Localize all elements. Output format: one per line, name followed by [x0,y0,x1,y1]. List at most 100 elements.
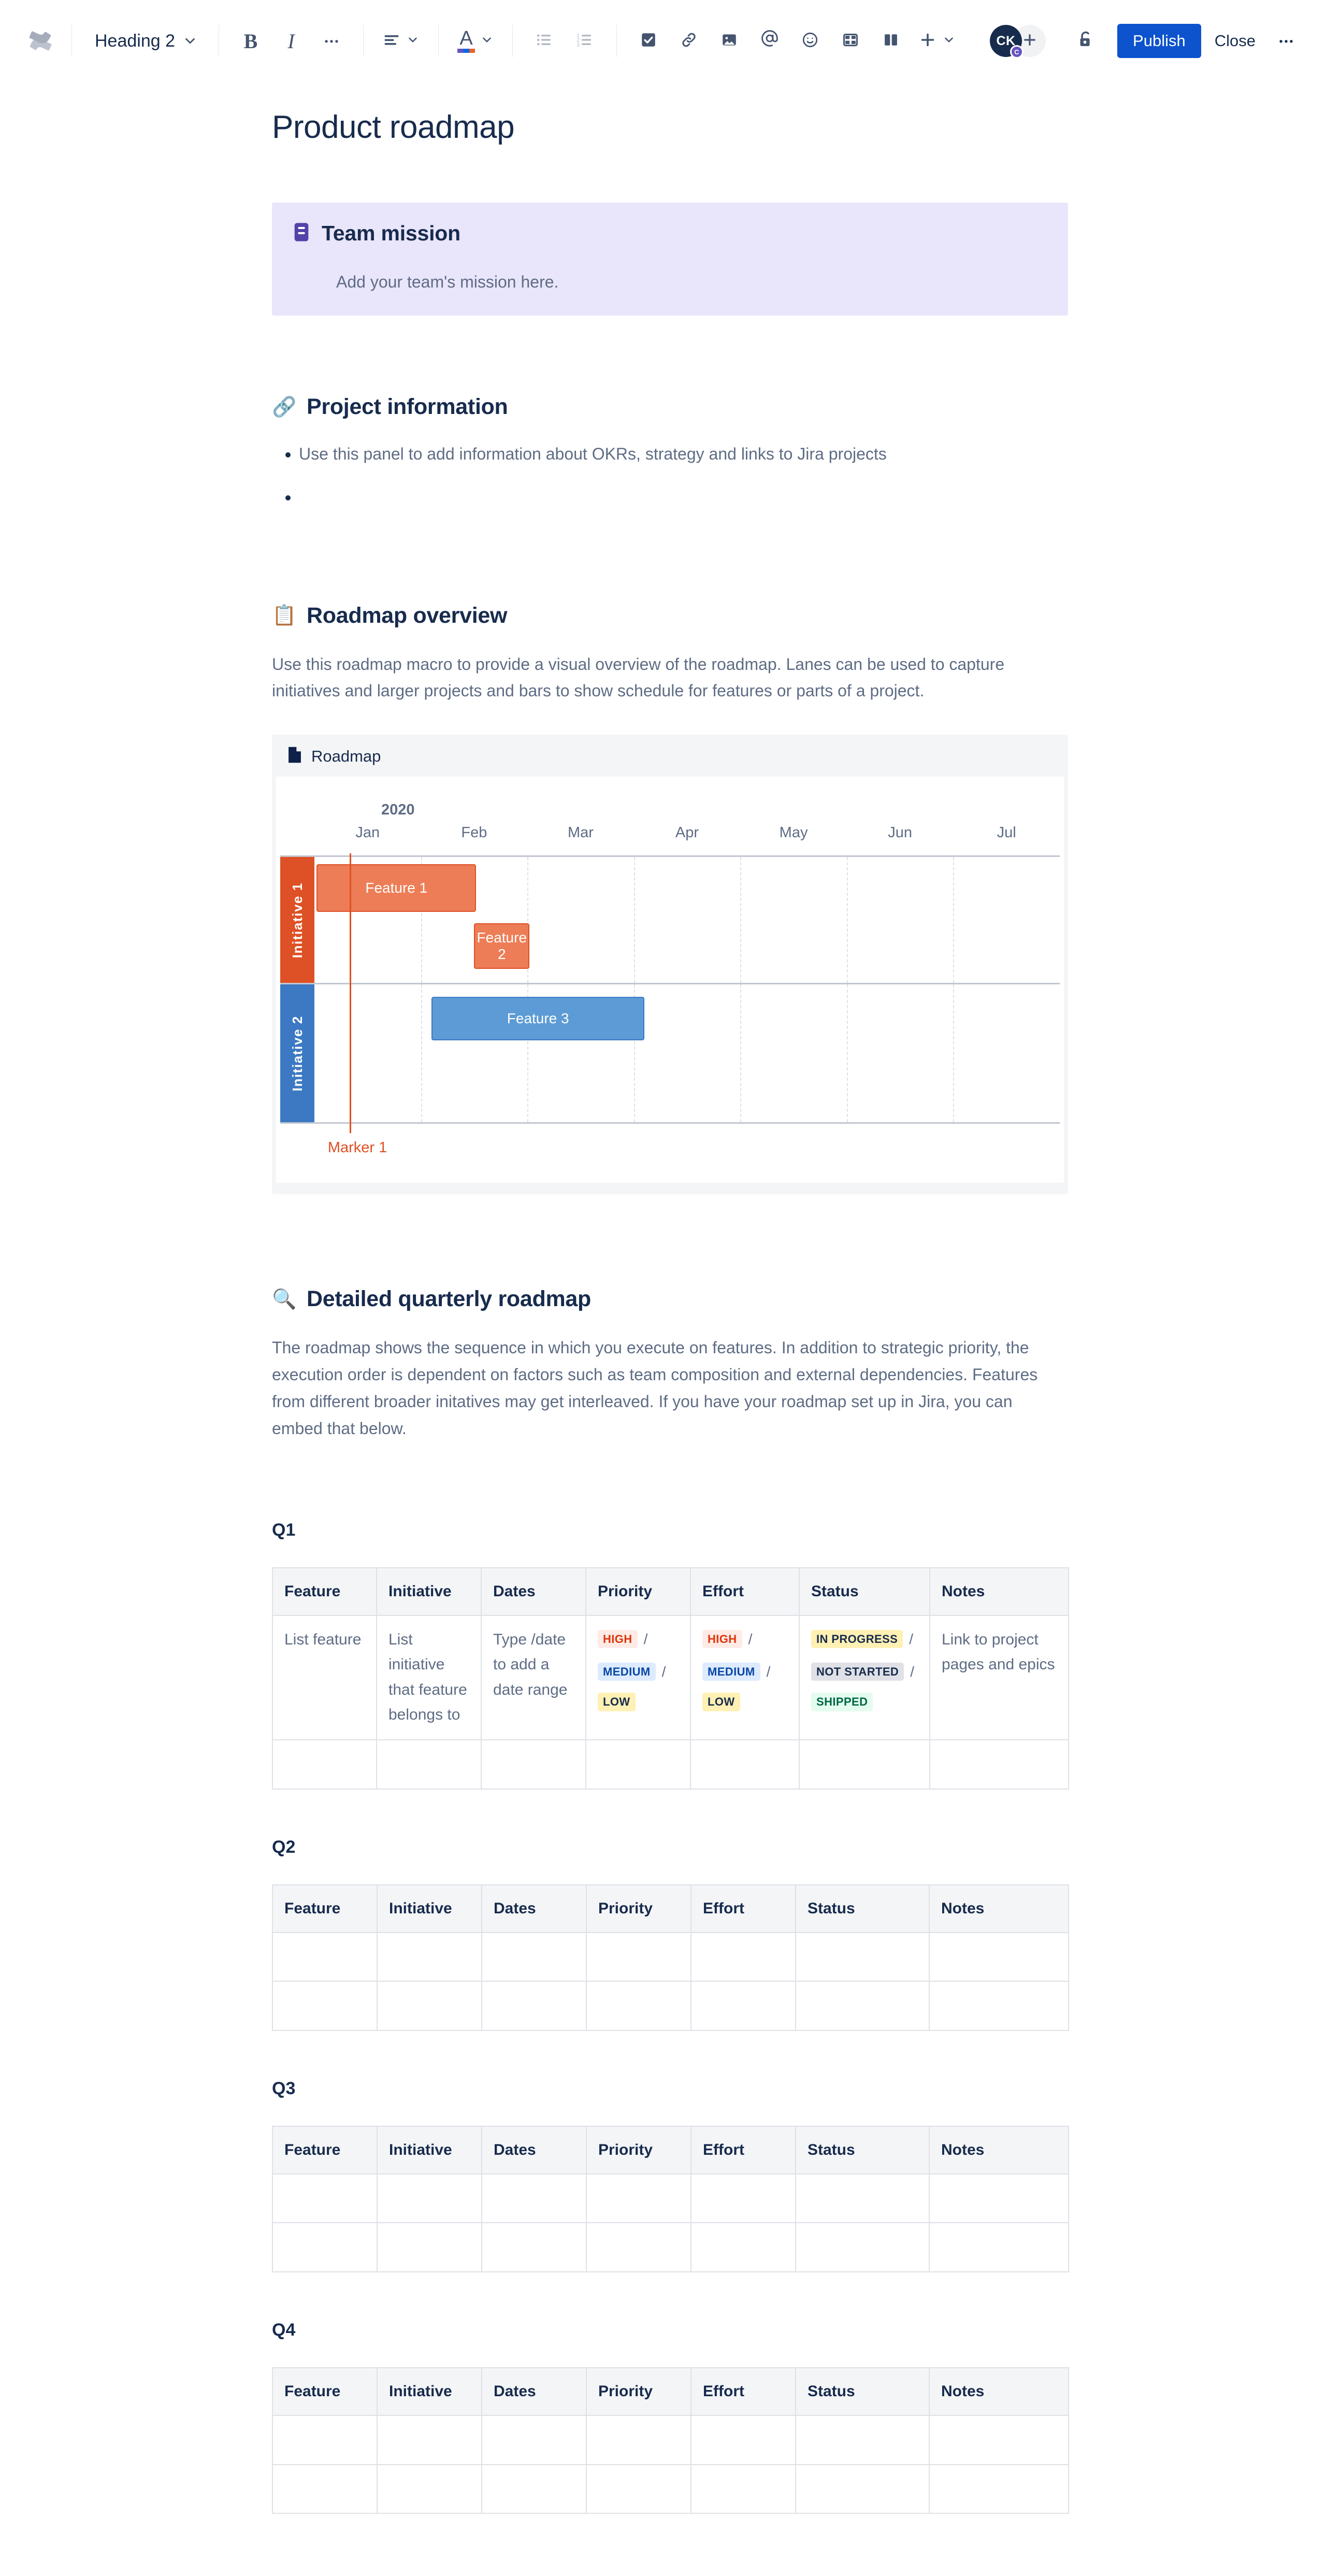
gantt-marker-label[interactable]: Marker 1 [328,1139,387,1156]
bold-button[interactable]: B [230,21,271,61]
column-header[interactable]: Priority [586,1884,691,1933]
panel-body-text[interactable]: Add your team's mission here. [336,273,1044,292]
task-list-button[interactable] [628,21,669,61]
table-row[interactable] [272,1931,1069,1982]
italic-button[interactable]: I [271,21,311,61]
gantt-chart[interactable]: 2020 Jan Feb Mar Apr May Jun Jul Initiative 1F… [276,777,1064,1183]
status-badge[interactable]: SHIPPED [811,1693,918,1711]
cell-status[interactable]: IN PROGRESS / NOT STARTED / SHIPPED [799,1614,930,1740]
column-header[interactable]: Dates [481,2367,587,2416]
cell-empty[interactable] [272,1739,377,1790]
close-button[interactable]: Close [1201,24,1269,58]
gantt-lane[interactable]: Initiative 1 Feature 1 Feature 2 [280,855,1060,983]
mention-button[interactable] [750,21,790,61]
column-header[interactable]: Initiative [377,2125,482,2174]
column-header[interactable]: Status [795,2125,930,2174]
table-button[interactable] [830,21,871,61]
cell-empty[interactable] [481,1931,587,1982]
column-header[interactable]: Effort [690,1567,800,1616]
image-button[interactable] [709,21,750,61]
cell-initiative[interactable]: List initiative that feature belongs to [376,1614,482,1740]
status-badge[interactable]: LOW [598,1693,679,1711]
cell-dates[interactable]: Type /date to add a date range [481,1614,586,1740]
confluence-logo-icon[interactable] [21,21,60,61]
cell-empty[interactable] [929,1981,1069,2031]
column-header[interactable]: Effort [690,1884,796,1933]
cell-empty[interactable] [272,2173,378,2224]
text-align-button[interactable] [375,21,427,61]
cell-empty[interactable] [481,1981,587,2031]
cell-empty[interactable] [690,1981,796,2031]
cell-empty[interactable] [377,1931,482,1982]
cell-empty[interactable] [377,2222,482,2272]
column-header[interactable]: Notes [929,1884,1069,1933]
cell-empty[interactable] [586,2464,691,2514]
table-row[interactable] [272,2173,1069,2224]
cell-empty[interactable] [481,2222,587,2272]
cell-empty[interactable] [272,1981,378,2031]
status-badge[interactable]: MEDIUM / [598,1660,679,1683]
more-formatting-button[interactable] [311,21,352,61]
gantt-marker-line[interactable] [349,853,351,1134]
cell-empty[interactable] [795,1981,930,2031]
emoji-button[interactable] [790,21,830,61]
column-header[interactable]: Dates [481,1567,586,1616]
team-mission-panel[interactable]: Team mission Add your team's mission her… [272,203,1068,316]
more-options-button[interactable] [1269,24,1303,58]
detailed-roadmap-paragraph[interactable]: The roadmap shows the sequence in which … [272,1335,1049,1442]
column-header[interactable]: Initiative [376,1567,482,1616]
insert-more-button[interactable] [911,21,963,61]
publish-button[interactable]: Publish [1117,24,1201,58]
column-header[interactable]: Status [795,2367,930,2416]
cell-empty[interactable] [690,1931,796,1982]
cell-empty[interactable] [481,2464,587,2514]
table-row[interactable] [272,2464,1069,2514]
cell-empty[interactable] [377,2173,482,2224]
column-header[interactable]: Priority [586,2367,691,2416]
column-header[interactable]: Initiative [377,1884,482,1933]
numbered-list-button[interactable]: 123 [565,21,605,61]
cell-empty[interactable] [272,2414,378,2465]
page-layout-button[interactable] [871,21,911,61]
column-header[interactable]: Notes [929,2367,1069,2416]
cell-empty[interactable] [929,1739,1069,1790]
cell-empty[interactable] [377,2464,482,2514]
cell-empty[interactable] [690,1739,800,1790]
text-color-button[interactable]: A [450,21,501,61]
column-header[interactable]: Notes [929,2125,1069,2174]
column-header[interactable]: Notes [929,1567,1069,1616]
cell-empty[interactable] [586,2414,691,2465]
table-row[interactable] [272,1739,1069,1790]
quarter-table[interactable]: Feature Initiative Dates Priority Effort Stat… [272,1884,1069,2031]
column-header[interactable]: Dates [481,1884,587,1933]
cell-empty[interactable] [586,2222,691,2272]
text-style-dropdown[interactable]: Heading 2 [83,21,207,61]
cell-empty[interactable] [481,1739,586,1790]
list-item[interactable]: Use this panel to add information about … [299,440,1051,468]
column-header[interactable]: Priority [585,1567,691,1616]
gantt-lane[interactable]: Initiative 2 Feature 3 [280,983,1060,1124]
column-header[interactable]: Feature [272,1567,377,1616]
bullet-list-button[interactable] [524,21,565,61]
cell-feature[interactable]: List feature [272,1614,377,1740]
cell-empty[interactable] [585,1739,691,1790]
column-header[interactable]: Feature [272,2367,378,2416]
status-badge[interactable]: HIGH / [702,1627,787,1651]
status-badge[interactable]: NOT STARTED / [811,1660,918,1683]
cell-empty[interactable] [795,2173,930,2224]
table-row[interactable]: List feature List initiative that feature… [272,1614,1069,1740]
link-button[interactable] [669,21,709,61]
cell-empty[interactable] [377,2414,482,2465]
cell-empty[interactable] [929,2222,1069,2272]
cell-empty[interactable] [690,2464,796,2514]
status-badge[interactable]: HIGH / [598,1627,679,1651]
quarter-table[interactable]: Feature Initiative Dates Priority Effort Stat… [272,2125,1069,2272]
column-header[interactable]: Status [799,1567,930,1616]
status-badge[interactable]: IN PROGRESS / [811,1627,918,1651]
column-header[interactable]: Dates [481,2125,587,2174]
cell-effort[interactable]: HIGH / MEDIUM / LOW [690,1614,800,1740]
cell-empty[interactable] [929,2464,1069,2514]
gantt-bar[interactable]: Feature 2 [474,923,530,969]
roadmap-overview-paragraph[interactable]: Use this roadmap macro to provide a visu… [272,651,1049,705]
table-row[interactable] [272,1981,1069,2031]
